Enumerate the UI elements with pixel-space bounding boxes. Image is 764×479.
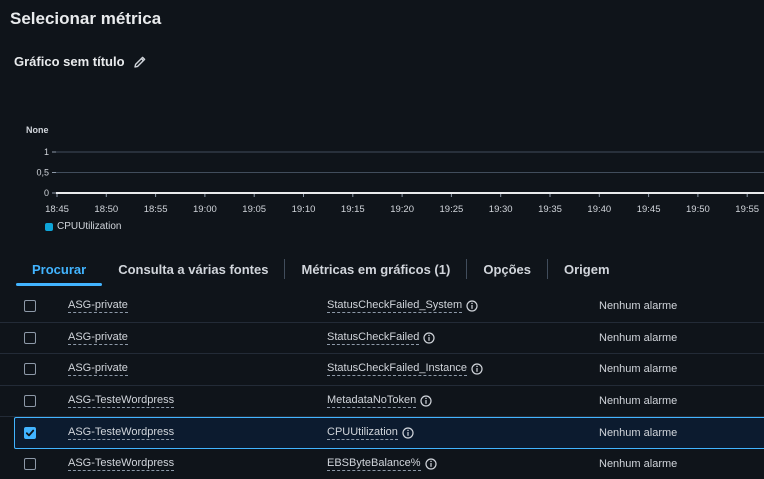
- metric-name[interactable]: StatusCheckFailed_System: [327, 299, 463, 314]
- tab-label: Origem: [564, 261, 610, 277]
- alarm-status: Nenhum alarme: [599, 331, 678, 344]
- x-tick-label: 19:00: [193, 204, 217, 215]
- row-checkbox[interactable]: [24, 331, 36, 344]
- x-tick-label: 18:45: [45, 204, 69, 215]
- metric-cell: StatusCheckFailed_System: [327, 299, 478, 314]
- info-icon[interactable]: [402, 427, 414, 439]
- alarm-status: Nenhum alarme: [599, 426, 678, 439]
- table-row: ASG-TesteWordpress EBSByteBalance% Nenhu…: [0, 449, 764, 479]
- x-tick-label: 19:40: [587, 204, 611, 215]
- metric-name[interactable]: StatusCheckFailed_Instance: [327, 362, 468, 377]
- graph-title: Gráfico sem título: [14, 54, 125, 69]
- metric-name[interactable]: StatusCheckFailed: [327, 331, 420, 345]
- row-checkbox[interactable]: [24, 457, 36, 470]
- metric-cell: MetadataNoToken: [327, 394, 432, 408]
- alarm-status: Nenhum alarme: [599, 363, 678, 376]
- table-row: ASG-private StatusCheckFailed_System Nen…: [0, 291, 764, 323]
- legend-swatch: [45, 222, 53, 231]
- metric-cell: StatusCheckFailed_Instance: [327, 362, 483, 377]
- metric-name[interactable]: CPUUtilization: [327, 426, 398, 440]
- graph-title-row: Gráfico sem título: [14, 54, 147, 69]
- x-tick-label: 19:35: [538, 204, 562, 215]
- tab-origem[interactable]: Origem: [548, 252, 626, 286]
- tab-opcoes[interactable]: Opções: [467, 252, 547, 286]
- tab-procurar[interactable]: Procurar: [16, 252, 103, 286]
- info-icon[interactable]: [466, 300, 478, 312]
- tab-label: Consulta a várias fontes: [118, 261, 269, 277]
- x-tick-label: 19:05: [242, 204, 266, 215]
- metric-cell: CPUUtilization: [327, 426, 414, 440]
- x-tick-label: 19:45: [637, 204, 661, 215]
- info-icon[interactable]: [424, 458, 437, 470]
- x-tick-label: 19:50: [686, 204, 710, 215]
- y-tick-label: 0,5: [36, 168, 49, 178]
- metric-cell: StatusCheckFailed: [327, 331, 435, 345]
- alarm-status: Nenhum alarme: [599, 457, 678, 470]
- tab-label: Métricas em gráficos (1): [301, 261, 451, 277]
- tab-label: Procurar: [32, 261, 87, 277]
- row-checkbox-checked[interactable]: [24, 426, 36, 439]
- table-row: ASG-private StatusCheckFailed Nenhum ala…: [0, 323, 764, 354]
- info-icon[interactable]: [423, 332, 435, 344]
- x-tick-label: 19:10: [292, 204, 316, 215]
- x-tick-label: 19:20: [390, 204, 414, 215]
- x-tick-label: 19:15: [341, 204, 365, 215]
- alarm-status: Nenhum alarme: [599, 300, 678, 313]
- pencil-icon[interactable]: [133, 55, 147, 69]
- y-tick-label: 1: [44, 147, 49, 157]
- table-row: ASG-private StatusCheckFailed_Instance N…: [0, 354, 764, 386]
- legend-label: CPUUtilization: [57, 221, 122, 232]
- row-checkbox[interactable]: [24, 300, 36, 313]
- tab-consulta-varias-fontes[interactable]: Consulta a várias fontes: [102, 252, 284, 286]
- check-icon: [25, 429, 35, 437]
- chart-legend[interactable]: CPUUtilization: [45, 221, 121, 232]
- asg-link[interactable]: ASG-private: [68, 331, 128, 345]
- asg-link[interactable]: ASG-TesteWordpress: [68, 457, 175, 471]
- metric-name[interactable]: MetadataNoToken: [327, 394, 417, 408]
- tab-label: Opções: [483, 261, 532, 277]
- alarm-status: Nenhum alarme: [599, 394, 678, 407]
- info-icon[interactable]: [471, 363, 483, 375]
- page-title: Selecionar métrica: [10, 9, 162, 28]
- row-checkbox[interactable]: [24, 394, 36, 407]
- asg-link[interactable]: ASG-TesteWordpress: [68, 426, 175, 440]
- asg-link[interactable]: ASG-private: [68, 362, 128, 377]
- metric-name[interactable]: EBSByteBalance%: [327, 457, 421, 471]
- x-tick-label: 19:55: [735, 204, 759, 215]
- y-tick-label: 0: [44, 188, 49, 198]
- table-row-selected: ASG-TesteWordpress CPUUtilization Nenhum…: [14, 417, 764, 449]
- table-row: ASG-TesteWordpress MetadataNoToken Nenhu…: [0, 386, 764, 417]
- info-icon[interactable]: [420, 395, 432, 407]
- x-tick-label: 19:30: [489, 204, 513, 215]
- x-tick-label: 18:50: [94, 204, 118, 215]
- x-tick-label: 19:25: [440, 204, 464, 215]
- asg-link[interactable]: ASG-private: [68, 299, 128, 314]
- asg-link[interactable]: ASG-TesteWordpress: [68, 394, 175, 408]
- metric-cell: EBSByteBalance%: [327, 457, 437, 471]
- y-axis-label: None: [26, 125, 49, 135]
- tab-metricas-em-graficos[interactable]: Métricas em gráficos (1): [285, 252, 466, 286]
- tab-bar: Procurar Consulta a várias fontes Métric…: [16, 252, 764, 286]
- row-checkbox[interactable]: [24, 363, 36, 376]
- x-tick-label: 18:55: [144, 204, 168, 215]
- metrics-table: ASG-private StatusCheckFailed_System Nen…: [0, 291, 764, 479]
